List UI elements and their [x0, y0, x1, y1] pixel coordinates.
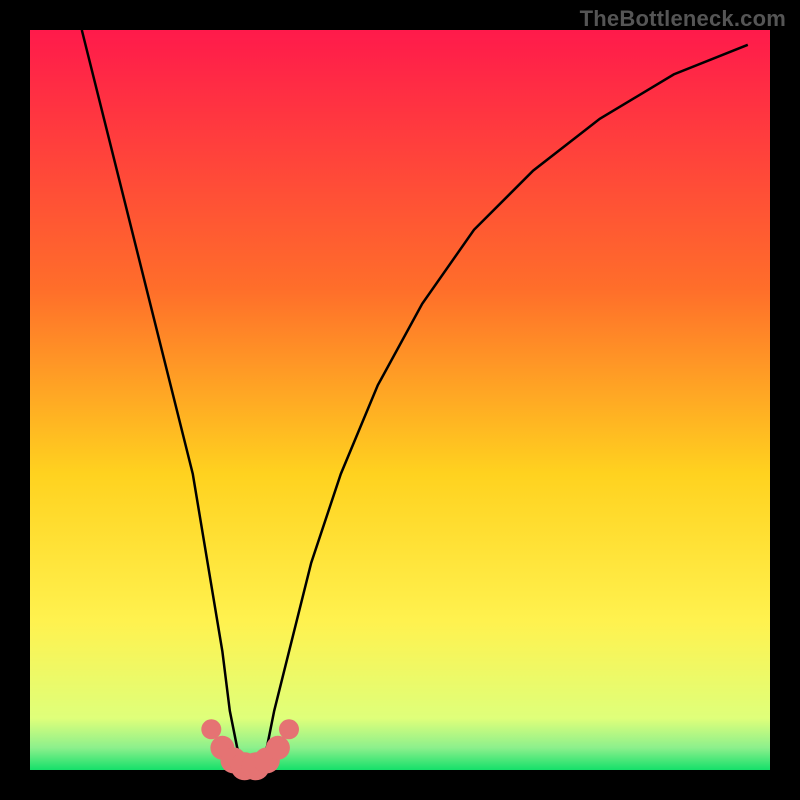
plot-background [30, 30, 770, 770]
bottleneck-chart [0, 0, 800, 800]
marker-point [266, 736, 290, 760]
watermark-text: TheBottleneck.com [580, 6, 786, 32]
marker-point [279, 719, 299, 739]
chart-frame: TheBottleneck.com [0, 0, 800, 800]
marker-point [201, 719, 221, 739]
